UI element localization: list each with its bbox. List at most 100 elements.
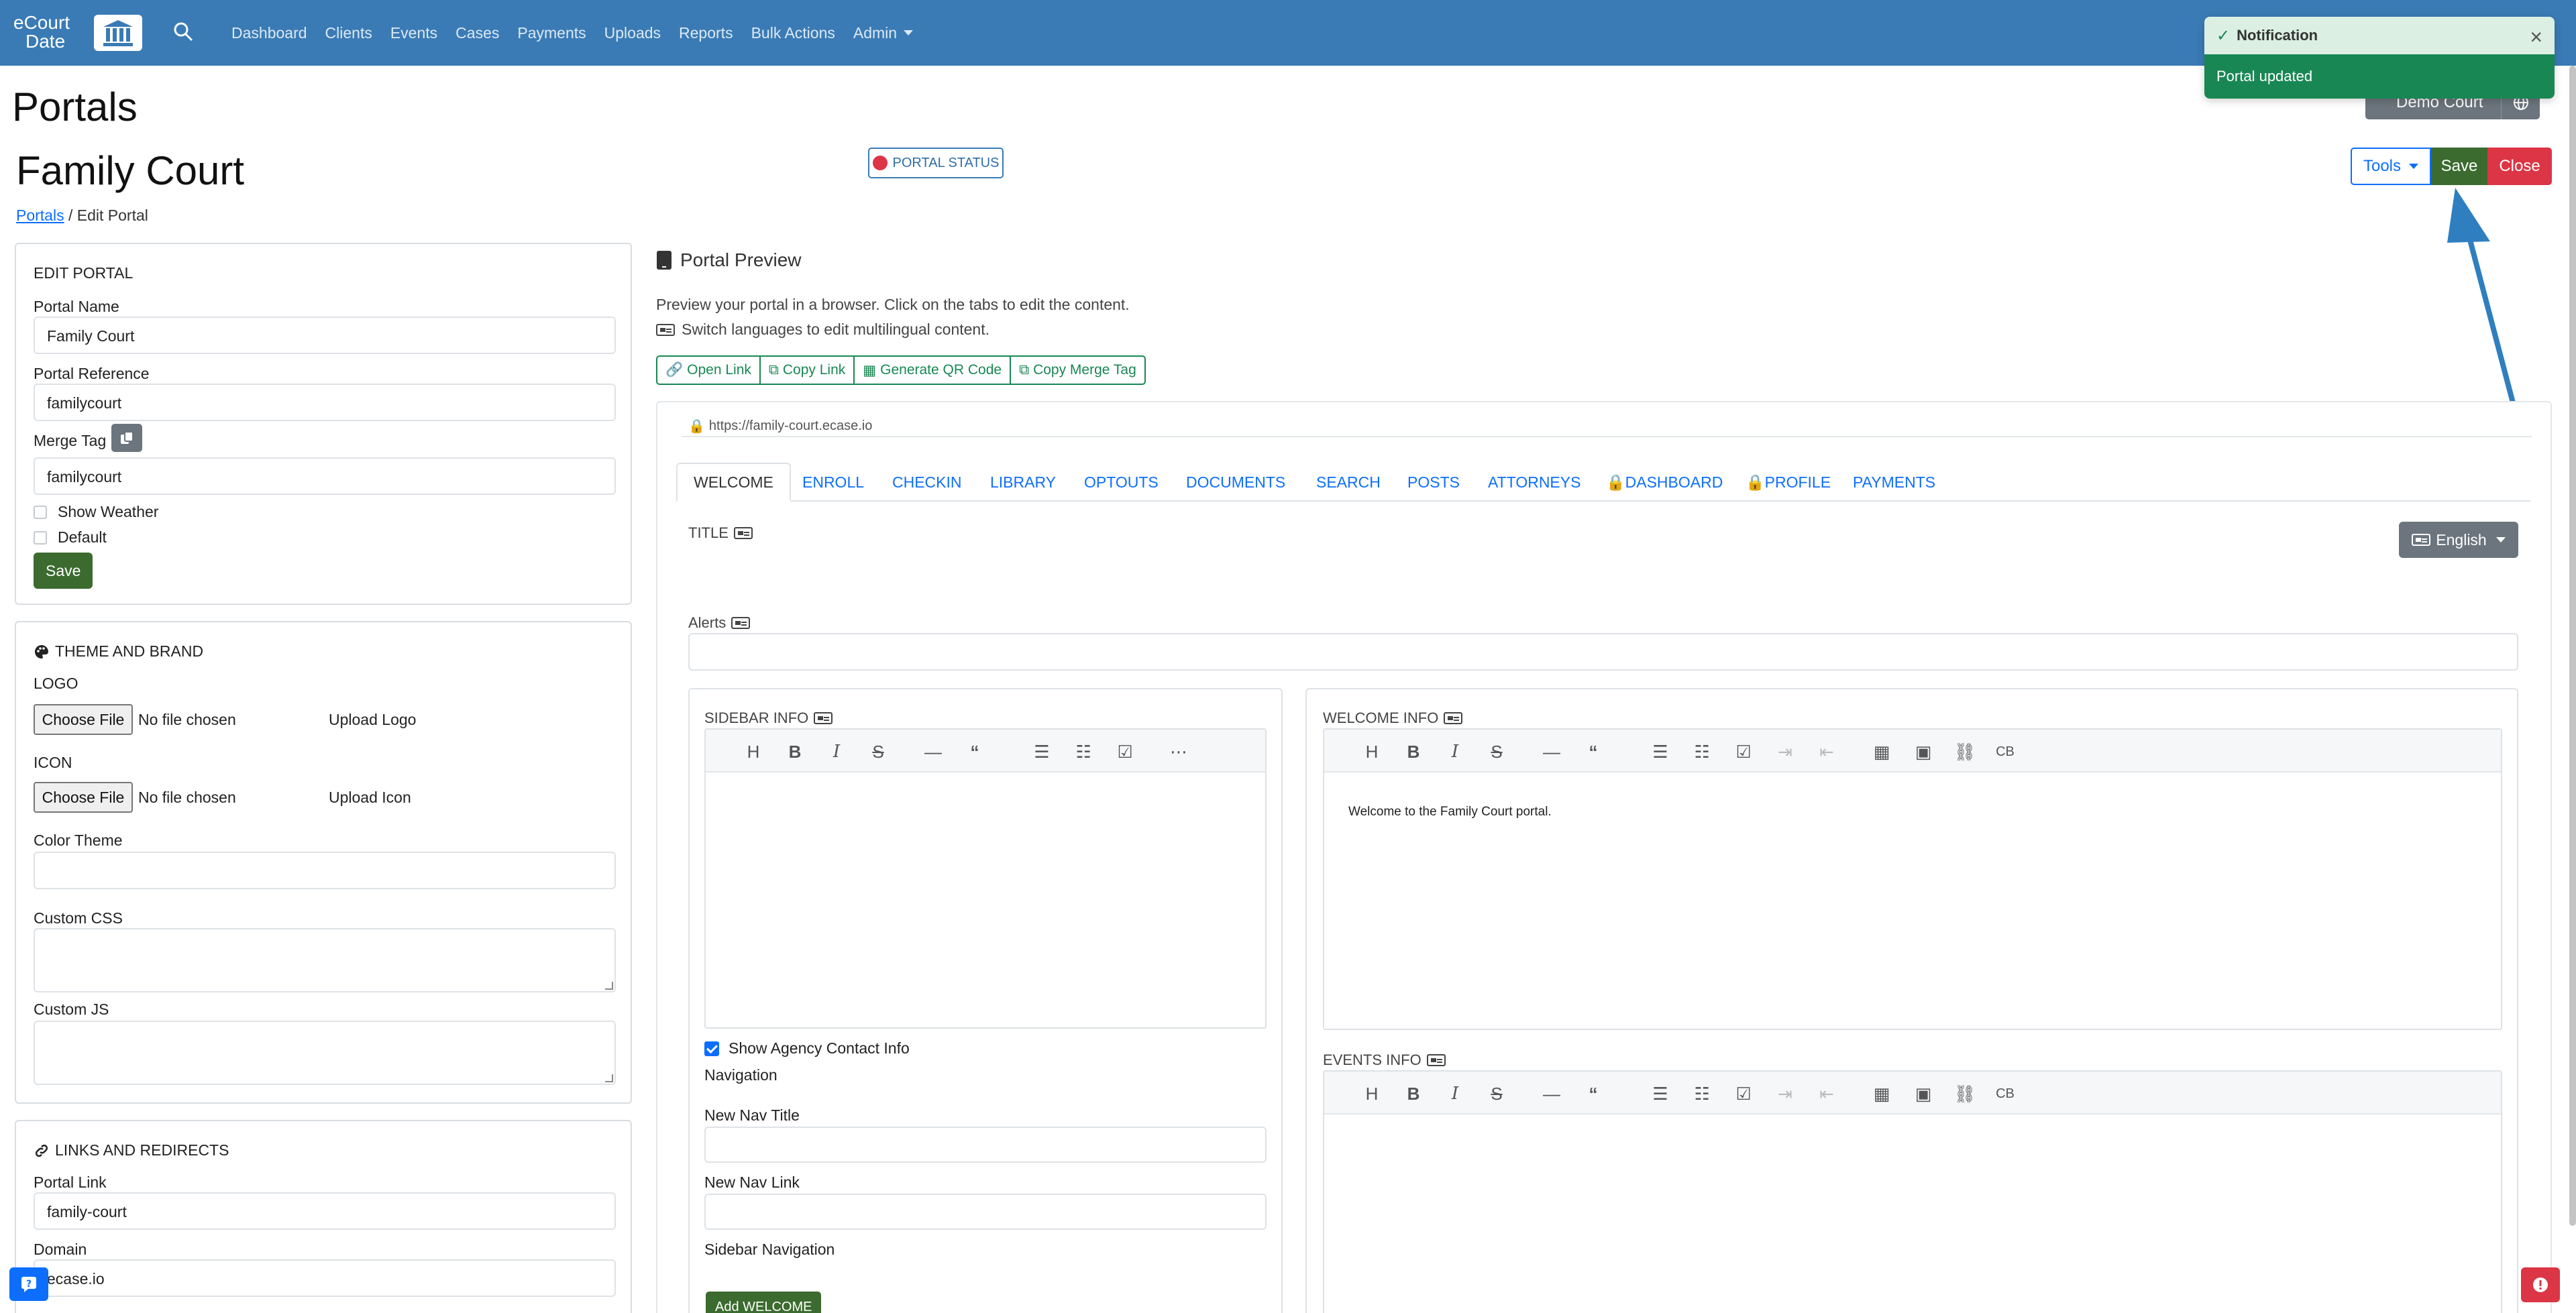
custom-js-textarea[interactable] bbox=[34, 1021, 616, 1085]
portal-name-input[interactable]: Family Court bbox=[34, 317, 616, 354]
strikethrough-icon[interactable]: S bbox=[1487, 1084, 1507, 1104]
bold-icon[interactable]: B bbox=[1403, 742, 1424, 762]
copy-merge-tag-button[interactable]: ⧉ Copy Merge Tag bbox=[1010, 355, 1146, 385]
checkbox-box[interactable] bbox=[34, 505, 47, 519]
nav-payments[interactable]: Payments bbox=[517, 24, 586, 42]
add-welcome-button[interactable]: Add WELCOME bbox=[706, 1292, 822, 1313]
new-nav-link-input[interactable] bbox=[704, 1194, 1267, 1230]
nav-uploads[interactable]: Uploads bbox=[604, 24, 661, 42]
error-alert-button[interactable] bbox=[2521, 1267, 2560, 1302]
link-icon[interactable]: ⛓ bbox=[1954, 742, 1976, 762]
tab-checkin[interactable]: CHECKIN bbox=[892, 463, 962, 502]
show-weather-checkbox[interactable]: Show Weather bbox=[34, 503, 158, 521]
italic-icon[interactable]: I bbox=[1445, 1084, 1465, 1104]
numbered-list-icon[interactable]: ☷ bbox=[1073, 742, 1093, 762]
link-icon[interactable]: ⛓ bbox=[1954, 1084, 1976, 1104]
tab-posts[interactable]: POSTS bbox=[1407, 463, 1460, 502]
nav-reports[interactable]: Reports bbox=[679, 24, 733, 42]
close-button[interactable]: Close bbox=[2487, 148, 2552, 185]
tab-search[interactable]: SEARCH bbox=[1316, 463, 1381, 502]
bullet-list-icon[interactable]: ☰ bbox=[1650, 1084, 1670, 1104]
tab-attorneys[interactable]: ATTORNEYS bbox=[1488, 463, 1580, 502]
strikethrough-icon[interactable]: S bbox=[1487, 742, 1507, 762]
upload-logo-label[interactable]: Upload Logo bbox=[329, 711, 416, 729]
heading-icon[interactable]: H bbox=[1362, 1084, 1382, 1104]
quote-icon[interactable]: “ bbox=[1583, 1084, 1603, 1104]
outdent-icon[interactable]: ⇤ bbox=[1817, 1084, 1837, 1104]
tab-welcome[interactable]: WELCOME bbox=[676, 463, 791, 502]
nav-events[interactable]: Events bbox=[390, 24, 437, 42]
table-icon[interactable]: ▦ bbox=[1872, 1084, 1892, 1104]
brand-logo-link[interactable]: eCourt Date bbox=[13, 13, 142, 52]
task-list-icon[interactable]: ☑ bbox=[1733, 742, 1754, 762]
copy-icon[interactable] bbox=[111, 424, 142, 452]
italic-icon[interactable]: I bbox=[1445, 742, 1465, 762]
color-theme-input[interactable] bbox=[34, 852, 616, 889]
help-chat-button[interactable]: ? bbox=[9, 1267, 48, 1301]
tools-dropdown-button[interactable]: Tools bbox=[2351, 148, 2431, 185]
image-icon[interactable]: ▣ bbox=[1913, 1084, 1933, 1104]
welcome-info-editor[interactable]: H B I S — “ ☰ ☷ ☑ ⇥ ⇤ ▦ ▣ ⛓ CB Welcome t… bbox=[1323, 728, 2502, 1030]
portal-link-input[interactable]: family-court bbox=[34, 1192, 616, 1230]
tab-profile[interactable]: 🔒 PROFILE bbox=[1746, 463, 1831, 502]
close-icon[interactable]: × bbox=[2530, 25, 2542, 50]
page-scrollbar[interactable] bbox=[2569, 66, 2576, 1226]
tab-library[interactable]: LIBRARY bbox=[990, 463, 1056, 502]
alerts-input[interactable] bbox=[688, 633, 2518, 671]
checked-icon[interactable] bbox=[704, 1041, 719, 1056]
breadcrumb-portals-link[interactable]: Portals bbox=[16, 207, 64, 224]
indent-icon[interactable]: ⇥ bbox=[1775, 742, 1795, 762]
custom-css-textarea[interactable] bbox=[34, 928, 616, 992]
welcome-editor-content[interactable]: Welcome to the Family Court portal. bbox=[1348, 805, 1552, 819]
sidebar-info-editor[interactable]: H B I S — “ ☰ ☷ ☑ ⋯ bbox=[704, 728, 1267, 1029]
bullet-list-icon[interactable]: ☰ bbox=[1650, 742, 1670, 762]
nav-clients[interactable]: Clients bbox=[325, 24, 372, 42]
horizontal-rule-icon[interactable]: — bbox=[1542, 1084, 1562, 1104]
show-agency-checkbox[interactable]: Show Agency Contact Info bbox=[704, 1039, 910, 1058]
tab-payments[interactable]: PAYMENTS bbox=[1853, 463, 1935, 502]
code-block-icon[interactable]: CB bbox=[1995, 1084, 2015, 1104]
quote-icon[interactable]: “ bbox=[965, 742, 985, 762]
icon-choose-file-button[interactable]: Choose File bbox=[34, 782, 133, 813]
nav-bulk-actions[interactable]: Bulk Actions bbox=[751, 24, 835, 42]
events-info-editor[interactable]: H B I S — “ ☰ ☷ ☑ ⇥ ⇤ ▦ ▣ ⛓ CB bbox=[1323, 1070, 2502, 1313]
strikethrough-icon[interactable]: S bbox=[868, 742, 888, 762]
more-icon[interactable]: ⋯ bbox=[1169, 742, 1189, 762]
default-checkbox[interactable]: Default bbox=[34, 528, 107, 547]
quote-icon[interactable]: “ bbox=[1583, 742, 1603, 762]
horizontal-rule-icon[interactable]: — bbox=[923, 742, 943, 762]
bold-icon[interactable]: B bbox=[1403, 1084, 1424, 1104]
horizontal-rule-icon[interactable]: — bbox=[1542, 742, 1562, 762]
bold-icon[interactable]: B bbox=[785, 742, 805, 762]
upload-icon-label[interactable]: Upload Icon bbox=[329, 789, 411, 807]
open-link-button[interactable]: 🔗 Open Link bbox=[656, 355, 761, 385]
indent-icon[interactable]: ⇥ bbox=[1775, 1084, 1795, 1104]
copy-link-button[interactable]: ⧉ Copy Link bbox=[759, 355, 855, 385]
image-icon[interactable]: ▣ bbox=[1913, 742, 1933, 762]
new-nav-title-input[interactable] bbox=[704, 1127, 1267, 1163]
language-dropdown-button[interactable]: English bbox=[2399, 522, 2518, 558]
code-block-icon[interactable]: CB bbox=[1995, 742, 2015, 762]
logo-choose-file-button[interactable]: Choose File bbox=[34, 704, 133, 735]
portal-reference-input[interactable]: familycourt bbox=[34, 384, 616, 421]
heading-icon[interactable]: H bbox=[743, 742, 763, 762]
task-list-icon[interactable]: ☑ bbox=[1115, 742, 1135, 762]
merge-tag-input[interactable]: familycourt bbox=[34, 457, 616, 495]
checkbox-box[interactable] bbox=[34, 530, 47, 545]
bullet-list-icon[interactable]: ☰ bbox=[1032, 742, 1052, 762]
numbered-list-icon[interactable]: ☷ bbox=[1692, 742, 1712, 762]
table-icon[interactable]: ▦ bbox=[1872, 742, 1892, 762]
nav-dashboard[interactable]: Dashboard bbox=[231, 24, 307, 42]
tab-documents[interactable]: DOCUMENTS bbox=[1186, 463, 1285, 502]
domain-input[interactable]: ecase.io bbox=[34, 1259, 616, 1297]
search-icon[interactable] bbox=[173, 21, 193, 46]
tab-dashboard[interactable]: 🔒 DASHBOARD bbox=[1606, 463, 1723, 502]
nav-admin-dropdown[interactable]: Admin bbox=[853, 24, 913, 42]
edit-portal-save-button[interactable]: Save bbox=[34, 553, 93, 589]
save-button[interactable]: Save bbox=[2431, 148, 2487, 185]
outdent-icon[interactable]: ⇤ bbox=[1817, 742, 1837, 762]
italic-icon[interactable]: I bbox=[826, 742, 847, 762]
tab-optouts[interactable]: OPTOUTS bbox=[1084, 463, 1159, 502]
generate-qr-button[interactable]: ▦ Generate QR Code bbox=[853, 355, 1012, 385]
portal-status-button[interactable]: PORTAL STATUS bbox=[868, 148, 1004, 178]
